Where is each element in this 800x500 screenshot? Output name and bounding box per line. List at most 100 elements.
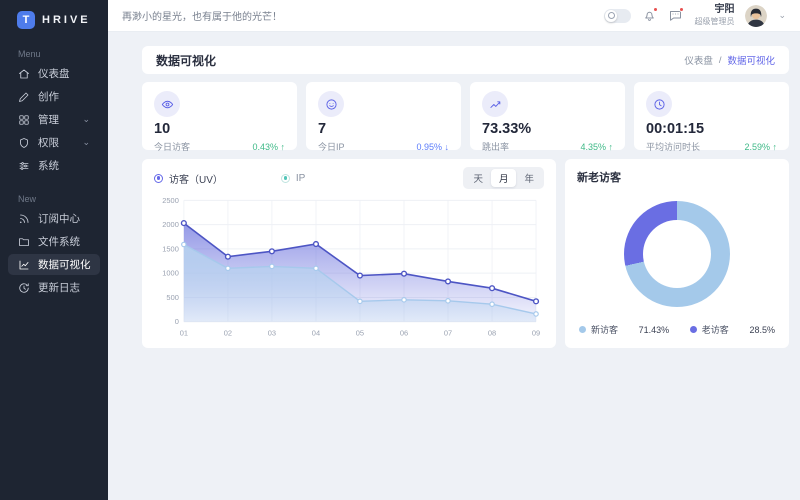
stat-label: 今日IP: [318, 140, 345, 153]
logo-icon: T: [17, 11, 35, 29]
theme-toggle-knob: [605, 10, 617, 22]
chevron-down-icon: ⌄: [82, 138, 90, 147]
smile-icon: [318, 91, 344, 117]
period-segmented-control: 天 月 年: [463, 167, 544, 189]
stat-label: 跳出率: [482, 140, 509, 153]
sidebar-item-create[interactable]: 创作: [8, 86, 100, 107]
legend-ip[interactable]: IP: [281, 173, 305, 184]
user-role: 超级管理员: [694, 17, 734, 27]
svg-text:1500: 1500: [162, 244, 179, 253]
svg-text:06: 06: [400, 329, 408, 338]
svg-text:02: 02: [224, 329, 232, 338]
chart-header: 访客（UV） IP 天 月 年: [154, 168, 544, 188]
sidebar-item-system[interactable]: 系统: [8, 155, 100, 176]
sidebar-item-changelog[interactable]: 更新日志: [8, 277, 100, 298]
messages-button[interactable]: [668, 8, 683, 23]
arrow-down-icon: ↓: [445, 142, 450, 152]
svg-text:1000: 1000: [162, 269, 179, 278]
uv-ip-line-chart[interactable]: 01020304050607080905001000150020002500: [154, 192, 544, 342]
user-meta: 宇阳 超级管理员: [694, 4, 734, 27]
legend-uv-label: 访客（UV）: [169, 171, 223, 186]
stat-value: 73.33%: [482, 122, 613, 138]
theme-toggle[interactable]: [604, 9, 631, 23]
sidebar-item-label: 权限: [38, 135, 59, 150]
sidebar-item-label: 订阅中心: [38, 211, 80, 226]
sidebar-item-label: 管理: [38, 112, 59, 127]
legend-new-visitors[interactable]: 新访客: [579, 323, 618, 336]
donut-legend: 新访客 71.43% 老访客 28.5%: [577, 323, 777, 338]
sidebar-item-label: 文件系统: [38, 234, 80, 249]
app-window: T HRIVE Menu 仪表盘 创作 管理 ⌄ 权限 ⌄ 系统 New: [0, 0, 800, 500]
stat-card-bounce-rate: 73.33% 跳出率 4.35% ↑: [470, 82, 625, 150]
legend-ip-label: IP: [296, 173, 305, 184]
donut-chart-title: 新老访客: [577, 169, 777, 185]
sidebar-item-label: 仪表盘: [38, 66, 70, 81]
content-column: 再渺小的星光，也有属于他的光芒！ 宇阳 超级管理员: [108, 0, 800, 500]
stat-value: 00:01:15: [646, 122, 777, 138]
new-visitors-value: 71.43%: [639, 325, 670, 335]
page-header: 数据可视化 仪表盘 / 数据可视化: [142, 46, 789, 74]
stat-card-avg-duration: 00:01:15 平均访问时长 2.59% ↑: [634, 82, 789, 150]
avatar[interactable]: [745, 5, 767, 27]
visitor-type-donut-chart[interactable]: [624, 201, 730, 307]
chevron-down-icon: ⌄: [82, 115, 90, 124]
chart-icon: [18, 259, 30, 271]
grid-icon: [18, 114, 30, 126]
trend-icon: [482, 91, 508, 117]
arrow-up-icon: ↑: [609, 142, 614, 152]
radio-selected-icon: [154, 174, 163, 183]
sliders-icon: [18, 160, 30, 172]
visitor-type-card: 新老访客 新访客 71.43% 老: [565, 159, 789, 348]
visitors-chart-card: 访客（UV） IP 天 月 年 010203040506070809050010…: [142, 159, 556, 348]
old-visitors-dot-icon: [690, 326, 697, 333]
pencil-icon: [18, 91, 30, 103]
stat-value: 10: [154, 122, 285, 138]
period-year-button[interactable]: 年: [516, 169, 542, 187]
shield-icon: [18, 137, 30, 149]
svg-text:2500: 2500: [162, 196, 179, 205]
legend-uv[interactable]: 访客（UV）: [154, 171, 223, 186]
sidebar-item-files[interactable]: 文件系统: [8, 231, 100, 252]
svg-text:0: 0: [175, 317, 179, 326]
charts-row: 访客（UV） IP 天 月 年 010203040506070809050010…: [142, 159, 789, 348]
sidebar-item-permissions[interactable]: 权限 ⌄: [8, 132, 100, 153]
svg-text:08: 08: [488, 329, 496, 338]
breadcrumb-current[interactable]: 数据可视化: [727, 53, 775, 67]
sidebar: T HRIVE Menu 仪表盘 创作 管理 ⌄ 权限 ⌄ 系统 New: [0, 0, 108, 500]
notifications-button[interactable]: [642, 8, 657, 23]
message-badge: [679, 7, 684, 12]
stat-label: 今日访客: [154, 140, 190, 153]
svg-text:04: 04: [312, 329, 320, 338]
main-content: 数据可视化 仪表盘 / 数据可视化 10 今日访客 0.43% ↑: [108, 32, 800, 500]
period-day-button[interactable]: 天: [465, 169, 491, 187]
header-actions: 宇阳 超级管理员 ⌄: [604, 4, 786, 27]
sidebar-item-manage[interactable]: 管理 ⌄: [8, 109, 100, 130]
stat-card-today-visitors: 10 今日访客 0.43% ↑: [142, 82, 297, 150]
svg-text:500: 500: [166, 293, 178, 302]
sidebar-item-dashboard[interactable]: 仪表盘: [8, 63, 100, 84]
avatar-image: [745, 5, 767, 27]
svg-text:05: 05: [356, 329, 364, 338]
sidebar-item-label: 更新日志: [38, 280, 80, 295]
stats-row: 10 今日访客 0.43% ↑ 7 今日IP 0.95% ↓: [142, 82, 789, 150]
stat-label: 平均访问时长: [646, 140, 700, 153]
brand-logo[interactable]: T HRIVE: [0, 0, 108, 40]
new-visitors-dot-icon: [579, 326, 586, 333]
legend-label: 新访客: [591, 323, 618, 336]
stat-delta: 2.59% ↑: [744, 142, 777, 152]
donut-chart-wrap: [577, 185, 777, 323]
history-icon: [18, 282, 30, 294]
breadcrumb-dashboard[interactable]: 仪表盘: [684, 53, 713, 67]
sidebar-item-label: 系统: [38, 158, 59, 173]
clock-icon: [646, 91, 672, 117]
radio-icon: [281, 174, 290, 183]
top-header: 再渺小的星光，也有属于他的光芒！ 宇阳 超级管理员: [108, 0, 800, 32]
legend-old-visitors[interactable]: 老访客: [690, 323, 729, 336]
user-menu-chevron-icon[interactable]: ⌄: [778, 10, 786, 21]
sidebar-item-subscriptions[interactable]: 订阅中心: [8, 208, 100, 229]
period-month-button[interactable]: 月: [491, 169, 517, 187]
arrow-up-icon: ↑: [281, 142, 286, 152]
breadcrumb: 仪表盘 / 数据可视化: [684, 53, 775, 67]
sidebar-item-data-visualization[interactable]: 数据可视化: [8, 254, 100, 275]
sidebar-item-label: 数据可视化: [38, 257, 91, 272]
